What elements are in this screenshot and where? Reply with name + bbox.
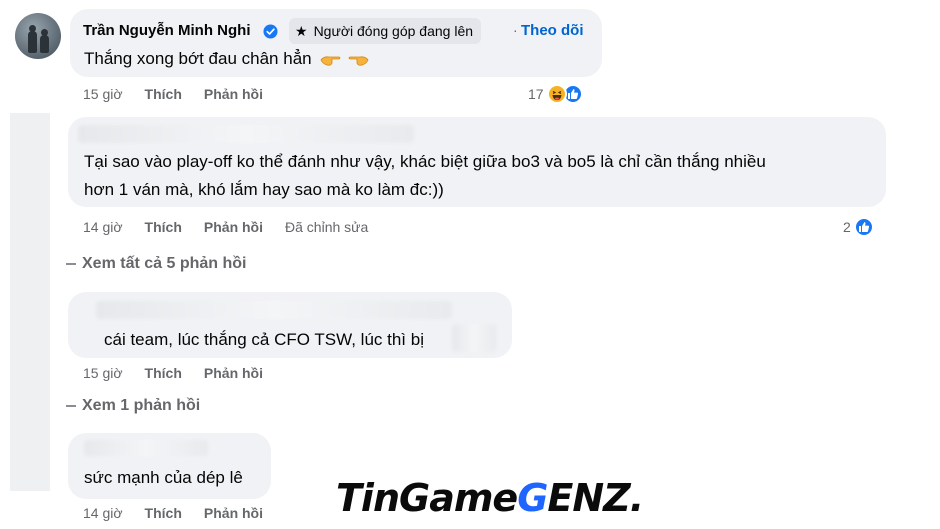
reply-button[interactable]: Phản hồi [204,505,263,521]
watermark-part: ENZ. [547,476,644,520]
separator-dot: · [513,22,518,38]
view-replies-label: Xem tất cả 5 phản hồi [82,255,247,272]
comment-timestamp[interactable]: 15 giờ [83,86,123,102]
backhand-index-left-emoji-icon [320,55,341,66]
comment-timestamp[interactable]: 14 giờ [83,505,123,521]
haha-icon [546,84,567,104]
view-all-replies-link[interactable]: Xem tất cả 5 phản hồi [66,255,246,273]
reaction-count: 17 [528,86,544,102]
reply-button[interactable]: Phản hồi [204,219,263,235]
blurred-author-name [96,301,452,319]
like-button[interactable]: Thích [145,365,182,381]
like-button[interactable]: Thích [145,505,182,521]
comment-timestamp[interactable]: 14 giờ [83,219,123,235]
contributor-badge-label: Người đóng góp đang lên [313,23,474,39]
blurred-author-name [78,125,414,143]
comment-actions: 14 giờ Thích Phản hồi Đã chỉnh sửa [83,219,368,235]
backhand-index-right-emoji-icon [348,55,369,66]
avatar-figure [28,31,37,53]
comment-text: Tại sao vào play-off ko thể đánh như vậy… [84,152,766,171]
blurred-text [452,324,496,352]
reply-connector-dash [66,263,76,265]
comment-text: sức mạnh của dép lê [84,468,243,487]
like-button[interactable]: Thích [145,219,182,235]
comment-text: hơn 1 ván mà, khó lắm hay sao mà ko làm … [84,180,444,199]
comment-actions: 14 giờ Thích Phản hồi [83,505,263,521]
comment-author-name[interactable]: Trần Nguyễn Minh Nghi [83,22,251,39]
avatar[interactable] [15,13,61,59]
reply-button[interactable]: Phản hồi [204,86,263,102]
verified-badge-icon [263,24,278,39]
comment-text: Thắng xong bớt đau chân hẳn [84,45,369,73]
reaction-summary[interactable]: 2 [843,217,874,237]
contributor-badge[interactable]: ★ Người đóng góp đang lên [289,18,482,44]
blurred-author-name [84,440,208,456]
comment-timestamp[interactable]: 15 giờ [83,365,123,381]
comment-text-content: Thắng xong bớt đau chân hẳn [84,49,312,68]
comment-text: cái team, lúc thắng cả CFO TSW, lúc thì … [104,330,424,349]
comment-actions: 15 giờ Thích Phản hồi [83,365,263,381]
follow-link[interactable]: Theo dõi [521,22,584,39]
reply-connector-dash [66,405,76,407]
thread-connector-line [10,113,50,491]
site-watermark-logo: TinGameGENZ. [336,476,644,520]
like-icon [853,217,874,237]
avatar-figure [40,35,49,53]
like-button[interactable]: Thích [145,86,182,102]
star-icon: ★ [295,23,308,39]
reaction-summary[interactable]: 17 [528,84,583,104]
edited-label[interactable]: Đã chỉnh sửa [285,219,368,235]
comment-actions: 15 giờ Thích Phản hồi [83,86,263,102]
watermark-part: G [517,476,548,520]
reaction-count: 2 [843,219,851,235]
watermark-part: TinGame [336,476,518,520]
view-replies-label: Xem 1 phản hồi [82,397,201,414]
view-replies-link[interactable]: Xem 1 phản hồi [66,397,200,415]
reply-button[interactable]: Phản hồi [204,365,263,381]
